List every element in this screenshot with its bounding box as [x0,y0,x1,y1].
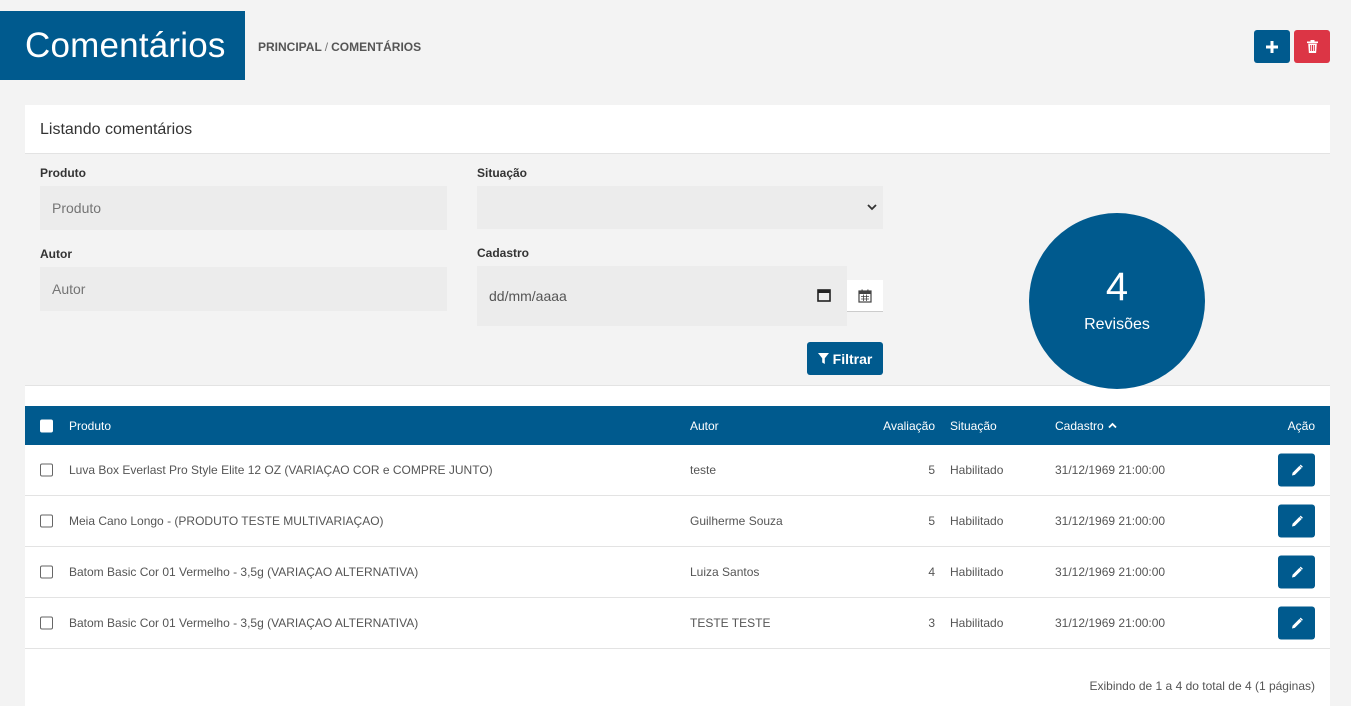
comments-table: Produto Autor Avaliação Situação Cadastr… [25,406,1330,649]
row-autor: teste [690,463,717,477]
row-produto: Luva Box Everlast Pro Style Elite 12 OZ … [69,463,493,477]
row-produto: Batom Basic Cor 01 Vermelho - 3,5g (VARI… [69,616,419,630]
filters-section: Produto Situação Autor Cadastro dd/mm/aa… [25,154,1330,389]
edit-button[interactable] [1278,555,1315,589]
breadcrumb: PRINCIPAL / COMENTÁRIOS [258,40,421,54]
pencil-icon [1291,515,1303,526]
table-row: Batom Basic Cor 01 Vermelho - 3,5g (VARI… [25,598,1330,649]
column-situacao: Situação [950,418,997,433]
row-cadastro: 31/12/1969 21:00:00 [1055,565,1166,579]
produto-input[interactable] [40,186,447,230]
row-situacao: Habilitado [950,616,1004,630]
comments-panel: Listando comentários Produto Situação Au… [25,105,1330,706]
row-autor: TESTE TESTE [690,616,771,630]
cadastro-label: Cadastro [477,246,530,260]
calendar-icon [858,289,872,303]
reviews-count-badge: 4 Revisões [1029,213,1205,389]
row-avaliacao: 3 [928,616,935,630]
column-cadastro: Cadastro [1055,418,1104,433]
row-cadastro: 31/12/1969 21:00:00 [1055,616,1166,630]
add-button[interactable] [1254,30,1290,63]
row-situacao: Habilitado [950,463,1004,477]
row-checkbox[interactable] [40,514,53,528]
table-row: Meia Cano Longo - (PRODUTO TESTE MULTIVA… [25,496,1330,547]
row-checkbox[interactable] [40,616,53,630]
pencil-icon [1291,566,1303,577]
pagination-info: Exibindo de 1 a 4 do total de 4 (1 págin… [1089,679,1316,693]
autor-label: Autor [40,247,72,261]
page-title: Comentários [25,25,226,65]
row-situacao: Habilitado [950,565,1004,579]
breadcrumb-separator: / [324,40,329,54]
delete-button[interactable] [1294,30,1330,63]
table-row: Batom Basic Cor 01 Vermelho - 3,5g (VARI… [25,547,1330,598]
row-avaliacao: 5 [928,463,935,477]
column-avaliacao: Avaliação [883,418,935,433]
column-autor: Autor [690,418,719,433]
top-actions [1254,30,1330,63]
calendar-picker-icon[interactable] [817,288,831,302]
page-title-box: Comentários [0,11,245,80]
calendar-addon[interactable] [847,280,883,312]
row-checkbox[interactable] [40,565,53,579]
autor-input[interactable] [40,267,447,311]
row-situacao: Habilitado [950,514,1004,528]
row-cadastro: 31/12/1969 21:00:00 [1055,514,1166,528]
reviews-count: 4 [1105,265,1129,309]
row-autor: Guilherme Souza [690,514,783,528]
pencil-icon [1291,617,1303,628]
column-acao: Ação [1287,418,1315,433]
cadastro-date-input[interactable]: dd/mm/aaaa [477,266,847,326]
filter-icon [817,353,829,364]
row-produto: Batom Basic Cor 01 Vermelho - 3,5g (VARI… [69,565,419,579]
column-cadastro-sort[interactable]: Cadastro [1055,419,1117,433]
select-all-checkbox[interactable] [40,419,53,432]
table-header: Produto Autor Avaliação Situação Cadastr… [25,406,1330,445]
cadastro-placeholder: dd/mm/aaaa [489,288,567,304]
filter-button[interactable]: Filtrar [807,342,883,375]
row-produto: Meia Cano Longo - (PRODUTO TESTE MULTIVA… [69,514,384,528]
pencil-icon [1291,464,1303,475]
row-autor: Luiza Santos [690,565,760,579]
chevron-down-icon [867,204,877,211]
breadcrumb-item-principal[interactable]: PRINCIPAL [258,40,322,54]
situacao-label: Situação [477,166,528,180]
column-produto: Produto [69,418,112,433]
reviews-label: Revisões [1084,316,1150,333]
table-body: Luva Box Everlast Pro Style Elite 12 OZ … [25,445,1330,649]
row-cadastro: 31/12/1969 21:00:00 [1055,463,1166,477]
situacao-select[interactable] [477,186,883,229]
edit-button[interactable] [1278,504,1315,538]
breadcrumb-item-comentarios: COMENTÁRIOS [331,40,422,54]
produto-label: Produto [40,166,86,180]
table-row: Luva Box Everlast Pro Style Elite 12 OZ … [25,445,1330,496]
chevron-up-icon [1108,422,1117,429]
panel-title: Listando comentários [25,105,1330,154]
edit-button[interactable] [1278,453,1315,487]
row-avaliacao: 5 [928,514,935,528]
row-checkbox[interactable] [40,463,53,477]
trash-icon [1306,40,1318,53]
edit-button[interactable] [1278,606,1315,640]
filter-button-label: Filtrar [832,350,873,367]
row-avaliacao: 4 [928,565,935,579]
plus-icon [1266,40,1278,53]
